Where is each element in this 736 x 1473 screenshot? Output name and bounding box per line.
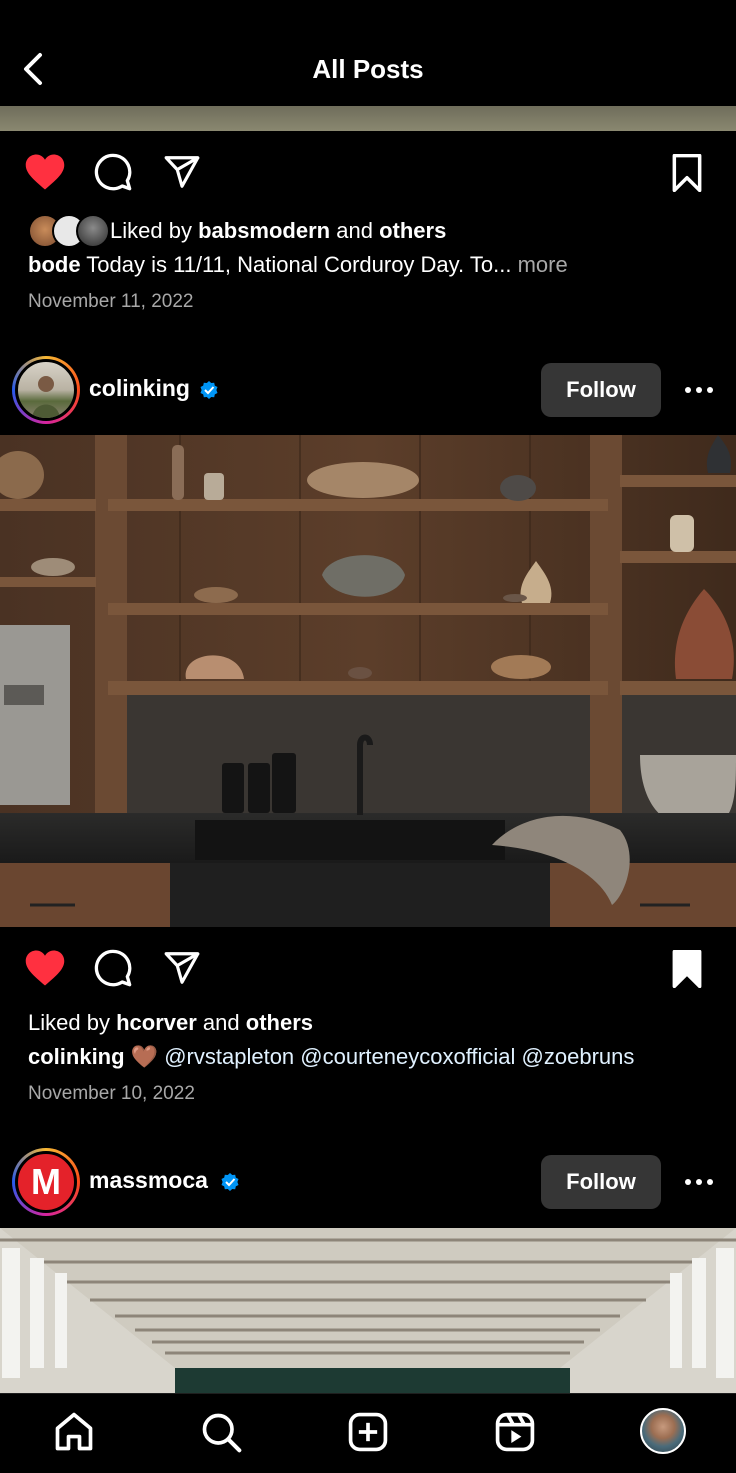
brown-heart-emoji: 🤎 <box>130 1044 159 1069</box>
post1-caption: bode Today is 11/11, National Corduroy D… <box>28 251 568 279</box>
reels-icon[interactable] <box>493 1410 537 1454</box>
more-options-icon[interactable] <box>684 380 724 400</box>
others-link[interactable]: others <box>246 1010 313 1035</box>
massmoca-avatar[interactable]: M <box>12 1148 80 1216</box>
comment-icon[interactable] <box>93 948 133 988</box>
liked-by-prefix: Liked by <box>28 1010 110 1035</box>
post1-actions <box>0 150 736 196</box>
home-icon[interactable] <box>52 1410 96 1454</box>
create-post-icon[interactable] <box>346 1410 390 1454</box>
and-text: and <box>202 1010 240 1035</box>
verified-badge-icon <box>199 380 219 400</box>
comment-icon[interactable] <box>93 152 133 192</box>
bookmark-filled-icon[interactable] <box>670 950 704 988</box>
top-bar <box>0 0 736 106</box>
post3-username[interactable]: massmoca <box>89 1167 208 1194</box>
liked-by-user[interactable]: hcorver <box>116 1010 197 1035</box>
post2-caption: colinking 🤎 @rvstapleton @courteneycoxof… <box>28 1043 634 1071</box>
more-link[interactable]: more <box>518 252 568 277</box>
post2-actions <box>0 946 736 992</box>
caption-username[interactable]: bode <box>28 252 81 277</box>
others-link[interactable]: others <box>379 218 446 243</box>
follow-button[interactable]: Follow <box>541 363 661 417</box>
previous-post-image[interactable] <box>0 106 736 131</box>
more-options-icon[interactable] <box>684 1172 724 1192</box>
like-heart-icon[interactable] <box>24 152 66 192</box>
share-send-icon[interactable] <box>162 949 202 987</box>
colinking-avatar[interactable] <box>12 356 80 424</box>
caption-text: Today is 11/11, National Corduroy Day. T… <box>86 252 512 277</box>
bookmark-icon[interactable] <box>670 154 704 192</box>
like-heart-icon[interactable] <box>24 948 66 988</box>
liked-by-user[interactable]: babsmodern <box>198 218 330 243</box>
post1-likes-line[interactable]: Liked by babsmodern and others <box>110 217 446 245</box>
post2-date: November 10, 2022 <box>28 1083 195 1104</box>
page-title: All Posts <box>312 54 424 84</box>
search-icon[interactable] <box>199 1410 243 1454</box>
caption-mentions[interactable]: @rvstapleton @courteneycoxofficial @zoeb… <box>164 1044 634 1069</box>
bottom-navigation <box>0 1393 736 1473</box>
profile-avatar[interactable] <box>640 1408 686 1454</box>
share-send-icon[interactable] <box>162 153 202 191</box>
post1-date: November 11, 2022 <box>28 291 194 312</box>
liker-avatars[interactable] <box>28 214 110 248</box>
follow-button[interactable]: Follow <box>541 1155 661 1209</box>
post2-likes-line[interactable]: Liked by hcorver and others <box>28 1009 313 1037</box>
and-text: and <box>336 218 373 243</box>
post3-photo-gallery-interior[interactable] <box>0 1228 736 1393</box>
liked-by-prefix: Liked by <box>110 218 192 243</box>
massmoca-logo-letter: M <box>31 1161 61 1202</box>
post2-username[interactable]: colinking <box>89 375 190 402</box>
caption-username[interactable]: colinking <box>28 1044 125 1069</box>
post2-photo-kitchen-shelves[interactable] <box>0 435 736 927</box>
verified-badge-icon <box>220 1172 240 1192</box>
